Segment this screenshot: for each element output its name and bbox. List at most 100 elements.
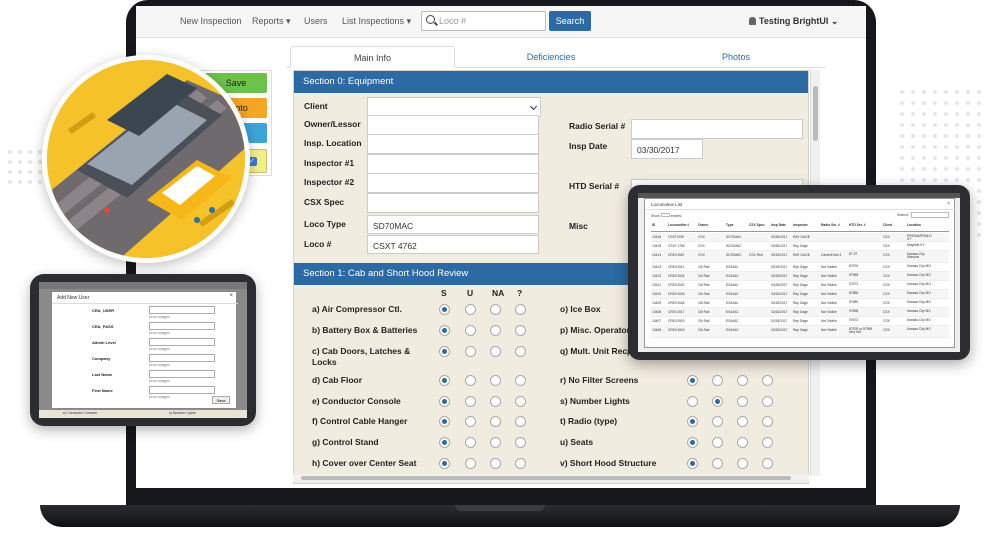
status-radio[interactable] — [737, 416, 748, 427]
status-radio[interactable] — [490, 458, 501, 469]
table-row[interactable]: 10416 CSXT4760 CSX SD70MAC 03/30/2017 RAY GAG… — [651, 233, 949, 242]
field-input[interactable] — [367, 97, 541, 117]
table-row[interactable]: 10407 CREX1519 Citi Rail ES44AC 03/15/2017 Ra… — [651, 317, 949, 326]
status-radio[interactable] — [515, 458, 526, 469]
status-radio[interactable] — [712, 416, 723, 427]
status-radio[interactable] — [490, 346, 501, 357]
nav-reports[interactable]: Reports ▾ — [252, 16, 291, 27]
table-row[interactable]: 10415 CSXT 4762 CSX SD70MAC 03/30/2017 Ray Ga… — [651, 242, 949, 251]
table-row[interactable]: 10413 CREX1511 Citi Rail ES44AC 03/15/2017 Ra… — [651, 263, 949, 272]
loco-search-input[interactable]: Loco # — [421, 11, 546, 31]
status-radio[interactable] — [762, 416, 773, 427]
nav-list-inspections[interactable]: List Inspections ▾ — [342, 16, 411, 27]
table-search-input[interactable] — [911, 212, 949, 218]
user-field-input[interactable] — [149, 354, 215, 362]
field-input[interactable]: CSXT 4762 — [367, 235, 539, 254]
user-menu[interactable]: Testing BrightUI ⌄ — [749, 16, 838, 27]
user-field-input[interactable] — [149, 306, 215, 314]
status-radio[interactable] — [737, 458, 748, 469]
nav-new-inspection[interactable]: New Inspection — [180, 16, 242, 26]
status-radio[interactable] — [515, 325, 526, 336]
status-radio[interactable] — [687, 396, 698, 407]
status-radio[interactable] — [515, 346, 526, 357]
search-button[interactable]: Search — [549, 11, 591, 31]
status-radio[interactable] — [712, 458, 723, 469]
column-header[interactable]: Owner — [698, 223, 720, 227]
field-input[interactable]: SD70MAC — [367, 215, 539, 234]
status-radio[interactable] — [687, 416, 698, 427]
status-radio[interactable] — [439, 437, 450, 448]
status-radio[interactable] — [687, 458, 698, 469]
status-radio[interactable] — [465, 346, 476, 357]
column-header[interactable]: Inspector — [793, 223, 815, 227]
column-header[interactable]: Type — [726, 223, 748, 227]
status-radio[interactable] — [490, 396, 501, 407]
table-row[interactable]: 10408 CREX1517 Citi Rail ES44AC 03/15/2017 Ra… — [651, 308, 949, 317]
status-radio[interactable] — [465, 375, 476, 386]
status-radio[interactable] — [439, 304, 450, 315]
status-radio[interactable] — [465, 416, 476, 427]
column-header[interactable]: Client — [883, 223, 905, 227]
column-header[interactable]: HTD Ser. # — [849, 223, 871, 227]
status-radio[interactable] — [439, 325, 450, 336]
column-header[interactable]: CSX Spec — [749, 223, 771, 227]
column-header[interactable]: Radio Ser. # — [821, 223, 843, 227]
insp-date-input[interactable]: 03/30/2017 — [631, 139, 703, 159]
user-field-input[interactable] — [149, 370, 215, 378]
modal-save-button[interactable]: Save — [212, 396, 230, 404]
scrollbar-thumb[interactable] — [813, 86, 818, 141]
field-input[interactable] — [367, 115, 539, 135]
scrollbar-thumb[interactable] — [301, 476, 791, 480]
column-header[interactable]: Insp Date — [771, 223, 793, 227]
field-input[interactable] — [367, 154, 539, 174]
tab-photos[interactable]: Photos — [656, 46, 816, 68]
status-radio[interactable] — [515, 416, 526, 427]
status-radio[interactable] — [439, 416, 450, 427]
status-radio[interactable] — [465, 458, 476, 469]
status-radio[interactable] — [687, 437, 698, 448]
column-header[interactable]: Locomotive # — [668, 223, 690, 227]
field-input[interactable] — [367, 173, 539, 193]
status-radio[interactable] — [465, 304, 476, 315]
radio-serial-input[interactable] — [631, 119, 803, 139]
status-radio[interactable] — [737, 396, 748, 407]
status-radio[interactable] — [762, 375, 773, 386]
table-row[interactable]: 10409 CREX1526 Citi Rail ES44AC 03/15/2017 Ra… — [651, 299, 949, 308]
status-radio[interactable] — [737, 375, 748, 386]
user-field-input[interactable] — [149, 386, 215, 394]
user-field-input[interactable] — [149, 338, 215, 346]
status-radio[interactable] — [439, 396, 450, 407]
status-radio[interactable] — [439, 375, 450, 386]
status-radio[interactable] — [712, 375, 723, 386]
status-radio[interactable] — [762, 437, 773, 448]
tab-main-info[interactable]: Main Info — [290, 46, 455, 68]
show-entries[interactable]: Show entries — [651, 213, 681, 218]
user-field-input[interactable] — [149, 322, 215, 330]
nav-users[interactable]: Users — [304, 16, 328, 26]
status-radio[interactable] — [515, 375, 526, 386]
status-radio[interactable] — [515, 437, 526, 448]
status-radio[interactable] — [737, 437, 748, 448]
table-row[interactable]: 10412 CREX1524 Citi Rail ES44AC 03/15/2017 Ra… — [651, 272, 949, 281]
status-radio[interactable] — [465, 396, 476, 407]
field-input[interactable] — [367, 134, 539, 154]
status-radio[interactable] — [687, 375, 698, 386]
column-header[interactable]: Location — [907, 223, 929, 227]
status-radio[interactable] — [762, 396, 773, 407]
status-radio[interactable] — [762, 458, 773, 469]
status-radio[interactable] — [490, 416, 501, 427]
status-radio[interactable] — [712, 437, 723, 448]
status-radio[interactable] — [465, 437, 476, 448]
field-input[interactable] — [367, 193, 539, 213]
status-radio[interactable] — [490, 437, 501, 448]
status-radio[interactable] — [490, 325, 501, 336]
table-row[interactable]: 10414 CREX1567 CSX SD70MAC CSX Red 03/15/2017… — [651, 251, 949, 263]
table-row[interactable]: 10406 CREX1516 Citi Rail ES44AC 03/15/2017 Ra… — [651, 326, 949, 338]
close-icon[interactable]: × — [947, 201, 950, 207]
status-radio[interactable] — [439, 346, 450, 357]
status-radio[interactable] — [490, 375, 501, 386]
status-radio[interactable] — [515, 396, 526, 407]
status-radio[interactable] — [712, 396, 723, 407]
table-row[interactable]: 10411 CREX1522 Citi Rail ES44AC 03/15/2017 Ra… — [651, 281, 949, 290]
horizontal-scrollbar[interactable] — [293, 474, 809, 482]
